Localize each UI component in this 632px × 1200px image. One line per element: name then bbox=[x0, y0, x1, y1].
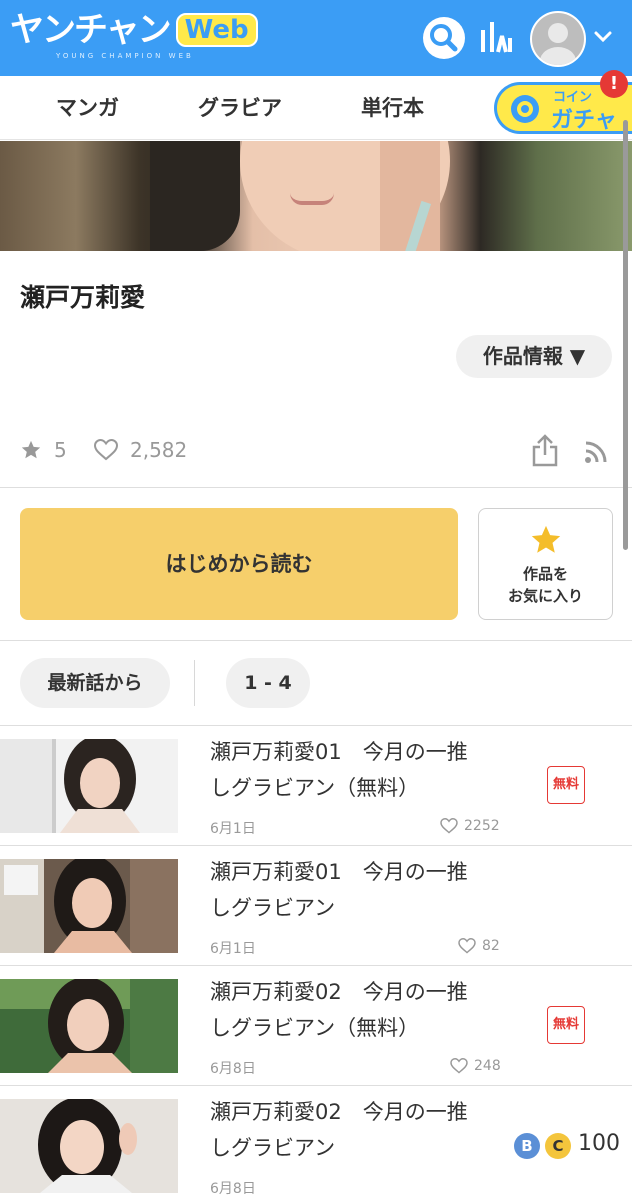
free-badge: 無料 bbox=[547, 1006, 585, 1044]
rating: 5 bbox=[20, 438, 67, 462]
divider bbox=[0, 640, 632, 641]
episode-thumbnail bbox=[0, 859, 178, 953]
read-from-start-button[interactable]: はじめから読む bbox=[20, 508, 458, 620]
episode-thumbnail bbox=[0, 1099, 178, 1193]
episode-title-line1: 瀬戸万莉愛02 今月の一推 bbox=[210, 980, 468, 1004]
episode-item[interactable]: 瀬戸万莉愛02 今月の一推 しグラビアン 6月8日 B C 100 bbox=[0, 1086, 632, 1200]
episode-likes-value: 82 bbox=[482, 938, 500, 954]
site-logo[interactable]: ヤンチャン Web YOUNG CHAMPION WEB bbox=[10, 10, 258, 60]
heart-icon bbox=[458, 938, 476, 954]
search-icon[interactable] bbox=[422, 16, 466, 60]
episode-item[interactable]: 瀬戸万莉愛01 今月の一推 しグラビアン 6月1日 82 bbox=[0, 846, 632, 964]
episode-title-line2: しグラビアン（無料） bbox=[210, 1016, 420, 1040]
favorite-label-line2: お気に入り bbox=[507, 587, 583, 605]
rss-icon[interactable] bbox=[584, 440, 608, 464]
episode-title-line1: 瀬戸万莉愛01 今月の一推 bbox=[210, 740, 468, 764]
logo-text: ヤンチャン bbox=[10, 10, 172, 50]
star-icon bbox=[531, 525, 561, 553]
logo-subtitle: YOUNG CHAMPION WEB bbox=[56, 52, 194, 60]
episode-title-line2: しグラビアン（無料） bbox=[210, 776, 420, 800]
gacha-label: ガチャ bbox=[551, 108, 617, 133]
free-badge: 無料 bbox=[547, 766, 585, 804]
tab-gravure[interactable]: グラビア bbox=[198, 76, 282, 140]
like-count[interactable]: 2,582 bbox=[94, 438, 187, 462]
episode-likes: 82 bbox=[458, 938, 500, 954]
episode-item[interactable]: 瀬戸万莉愛02 今月の一推 しグラビアン（無料） 6月8日 248 無料 bbox=[0, 966, 632, 1084]
episode-likes-value: 2252 bbox=[464, 818, 500, 834]
favorite-button[interactable]: 作品を お気に入り bbox=[478, 508, 613, 620]
work-info-button[interactable]: 作品情報 ▼ bbox=[456, 335, 612, 378]
episode-thumbnail bbox=[0, 739, 178, 833]
coin-icon: C bbox=[545, 1133, 571, 1159]
episode-likes: 2252 bbox=[440, 818, 500, 834]
filter-separator bbox=[194, 660, 195, 706]
episode-price: 100 bbox=[578, 1131, 620, 1156]
episode-likes: 248 bbox=[450, 1058, 501, 1074]
episode-title-line1: 瀬戸万莉愛01 今月の一推 bbox=[210, 860, 468, 884]
tab-manga[interactable]: マンガ bbox=[56, 76, 119, 140]
like-count-value: 2,582 bbox=[130, 438, 188, 462]
ranking-icon[interactable] bbox=[478, 18, 514, 58]
rating-value: 5 bbox=[54, 438, 67, 462]
heart-icon bbox=[450, 1058, 468, 1074]
episode-thumbnail bbox=[0, 979, 178, 1073]
episode-title-line1: 瀬戸万莉愛02 今月の一推 bbox=[210, 1100, 468, 1124]
work-title: 瀬戸万莉愛 bbox=[20, 283, 146, 312]
latest-first-button[interactable]: 最新話から bbox=[20, 658, 170, 708]
heart-icon bbox=[440, 818, 458, 834]
divider bbox=[0, 487, 632, 488]
notification-badge: ! bbox=[600, 70, 628, 98]
share-icon[interactable] bbox=[532, 433, 558, 467]
episode-title-line2: しグラビアン bbox=[210, 1136, 336, 1160]
hero-image bbox=[0, 141, 632, 251]
episode-date: 6月1日 bbox=[210, 821, 256, 837]
gacha-icon bbox=[511, 95, 539, 123]
heart-icon bbox=[94, 439, 118, 461]
star-icon bbox=[21, 440, 41, 459]
episode-title-line2: しグラビアン bbox=[210, 896, 336, 920]
favorite-label-line1: 作品を bbox=[522, 565, 568, 583]
bonus-coin-icon: B bbox=[514, 1133, 540, 1159]
episode-likes-value: 248 bbox=[474, 1058, 501, 1074]
avatar-icon[interactable] bbox=[530, 11, 586, 67]
episode-date: 6月1日 bbox=[210, 941, 256, 957]
tab-tankobon[interactable]: 単行本 bbox=[361, 76, 424, 140]
chevron-down-icon[interactable] bbox=[592, 26, 614, 48]
episode-date: 6月8日 bbox=[210, 1061, 256, 1077]
episode-date: 6月8日 bbox=[210, 1181, 256, 1197]
episode-range-button[interactable]: 1 - 4 bbox=[226, 658, 310, 708]
app-header: ヤンチャン Web YOUNG CHAMPION WEB bbox=[0, 0, 632, 76]
episode-item[interactable]: 瀬戸万莉愛01 今月の一推 しグラビアン（無料） 6月1日 2252 無料 bbox=[0, 726, 632, 844]
logo-web-text: Web bbox=[175, 13, 258, 47]
scrollbar[interactable] bbox=[623, 120, 628, 550]
